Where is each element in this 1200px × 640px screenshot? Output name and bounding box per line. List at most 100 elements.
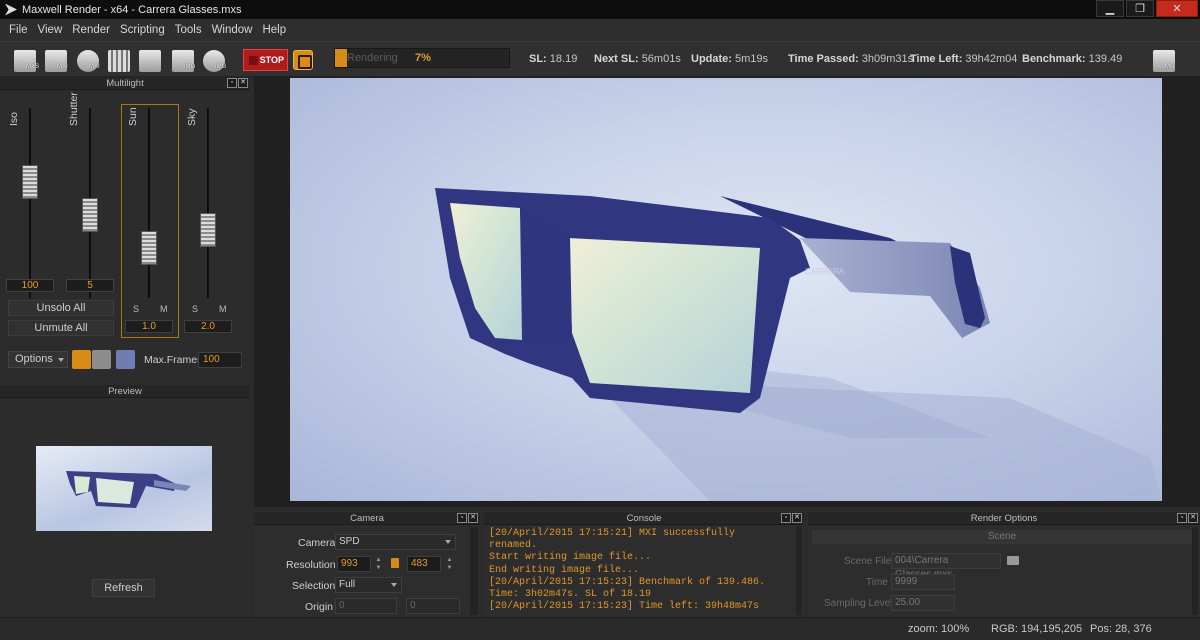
scene-file-label: Scene File — [844, 556, 892, 567]
open-mxi-icon[interactable]: MXI — [45, 50, 68, 72]
slider-shutter-handle[interactable] — [82, 198, 98, 232]
open-img-sub: IMG — [184, 64, 196, 70]
chevron-down-icon — [445, 540, 451, 544]
menu-bar: File View Render Scripting Tools Window … — [0, 19, 1200, 41]
multilight-options-row: Options Max.Frames 100 — [0, 348, 250, 372]
record-icon[interactable] — [72, 350, 91, 369]
time-input[interactable]: 9999 — [891, 574, 955, 590]
render-options-undock-icon[interactable]: ▫ — [1177, 513, 1187, 523]
save-img-icon[interactable]: IMG — [203, 50, 226, 72]
preview-panel: Refresh — [0, 385, 250, 617]
camera-label: Camera — [298, 537, 336, 549]
reload-icon[interactable] — [139, 50, 161, 72]
camera-undock-icon[interactable]: ▫ — [457, 513, 467, 523]
maximize-button[interactable]: ❐ — [1126, 0, 1154, 17]
slider-iso-value[interactable]: 100 — [6, 279, 54, 292]
multilight-standalone-icon[interactable]: MS — [1153, 50, 1175, 72]
sampling-level-label: Sampling Level — [824, 598, 893, 609]
minimize-button[interactable]: ▁ — [1096, 0, 1124, 17]
render-options-header: Render Options ▫ ✕ — [808, 512, 1200, 525]
stat-time-passed: Time Passed: 3h09m31s — [788, 53, 913, 65]
render-progress-bar: Rendering 7% — [334, 48, 510, 68]
save-mxi-icon[interactable]: MXI — [77, 50, 100, 72]
open-mxs-icon[interactable]: MXS — [14, 50, 40, 72]
menu-help[interactable]: Help — [257, 24, 291, 36]
camera-close-icon[interactable]: ✕ — [468, 513, 478, 523]
tab-scene[interactable]: Scene — [812, 530, 1192, 544]
camera-scrollbar[interactable] — [470, 527, 478, 615]
selected-light-frame — [121, 104, 179, 338]
frame-engraving: CARRERA — [805, 267, 845, 276]
play-icon[interactable] — [116, 350, 135, 369]
refresh-button[interactable]: Refresh — [92, 579, 155, 597]
stat-sl: SL: 18.19 — [529, 53, 577, 65]
menu-file[interactable]: File — [4, 24, 33, 36]
origin-x-input[interactable]: 0 — [335, 598, 397, 614]
slider-iso-handle[interactable] — [22, 165, 38, 199]
options-dropdown[interactable]: Options — [8, 351, 68, 368]
width-spinner[interactable]: ▲ ▼ — [374, 556, 383, 572]
unsolo-all-button[interactable]: Unsolo All — [8, 300, 114, 316]
selection-chevron-icon — [391, 583, 397, 587]
console-log: [20/April/2015 17:15:21] MXI successfull… — [489, 528, 766, 613]
resolution-label: Resolution — [286, 559, 336, 571]
slider-iso-track[interactable] — [29, 108, 31, 298]
stat-next-sl-value: 56m01s — [641, 53, 681, 65]
console-title: Console — [626, 513, 662, 524]
console-scrollbar[interactable] — [796, 527, 802, 615]
ms-sub: MS — [1165, 64, 1174, 70]
panel-close-icon[interactable]: ✕ — [238, 78, 248, 88]
stat-time-passed-key: Time Passed: — [788, 53, 859, 65]
max-frames-input[interactable]: 100 — [198, 352, 242, 368]
origin-y-input[interactable]: 0 — [406, 598, 460, 614]
folder-icon[interactable] — [1007, 556, 1019, 565]
bake-icon[interactable] — [293, 50, 313, 70]
sky-solo-button[interactable]: S — [192, 304, 198, 314]
sampling-level-input[interactable]: 25.00 — [891, 595, 955, 611]
stat-time-left-key: Time Left: — [910, 53, 963, 65]
render-options-scrollbar[interactable] — [1192, 527, 1198, 615]
console-close-icon[interactable]: ✕ — [792, 513, 802, 523]
close-button[interactable]: ✕ — [1156, 0, 1198, 17]
stat-benchmark: Benchmark: 139.49 — [1022, 53, 1122, 65]
slider-sky-label: Sky — [186, 108, 198, 126]
origin-label: Origin — [305, 601, 334, 613]
slider-sky: Sky S M 2.0 — [181, 104, 235, 336]
slider-sky-handle[interactable] — [200, 213, 216, 247]
render-viewport[interactable]: CARRERA — [254, 77, 1200, 507]
open-img-icon[interactable]: IMG — [172, 50, 196, 72]
rewind-icon[interactable] — [92, 350, 111, 369]
open-mxs-sub: MXS — [26, 64, 40, 70]
menu-tools[interactable]: Tools — [170, 24, 207, 36]
glasses-render: CARRERA — [435, 188, 1162, 501]
unmute-all-button[interactable]: Unmute All — [8, 320, 114, 336]
title-bar: Maxwell Render - x64 - Carrera Glasses.m… — [0, 0, 1200, 19]
slider-iso-label: Iso — [8, 111, 20, 126]
menu-scripting[interactable]: Scripting — [115, 24, 170, 36]
progress-placeholder: Rendering — [347, 52, 398, 64]
scene-file-input[interactable]: 004\Carrera Glasses.mxs — [891, 553, 1001, 580]
console-undock-icon[interactable]: ▫ — [781, 513, 791, 523]
lock-icon[interactable] — [391, 558, 399, 568]
camera-select[interactable]: SPD — [335, 534, 456, 550]
height-spinner[interactable]: ▲ ▼ — [445, 556, 454, 572]
menu-view[interactable]: View — [33, 24, 68, 36]
slider-sky-track[interactable] — [207, 108, 209, 298]
camera-header: Camera ▫ ✕ — [254, 512, 480, 525]
stop-button[interactable]: STOP — [243, 49, 288, 71]
slider-shutter-value[interactable]: 5 — [66, 279, 114, 292]
undock-icon[interactable]: ▫ — [227, 78, 237, 88]
stat-benchmark-key: Benchmark: — [1022, 53, 1086, 65]
stat-update-value: 5m19s — [735, 53, 769, 65]
film-icon[interactable] — [108, 50, 130, 72]
sky-mute-button[interactable]: M — [219, 304, 227, 314]
slider-sky-value[interactable]: 2.0 — [184, 320, 232, 333]
selection-select[interactable]: Full — [335, 577, 402, 593]
render-options-close-icon[interactable]: ✕ — [1188, 513, 1198, 523]
resolution-width-input[interactable]: 993 — [337, 556, 371, 572]
render-image[interactable]: CARRERA — [290, 78, 1162, 501]
resolution-height-input[interactable]: 483 — [407, 556, 441, 572]
stat-time-left: Time Left: 39h42m04 — [910, 53, 1017, 65]
menu-window[interactable]: Window — [207, 24, 258, 36]
menu-render[interactable]: Render — [67, 24, 115, 36]
